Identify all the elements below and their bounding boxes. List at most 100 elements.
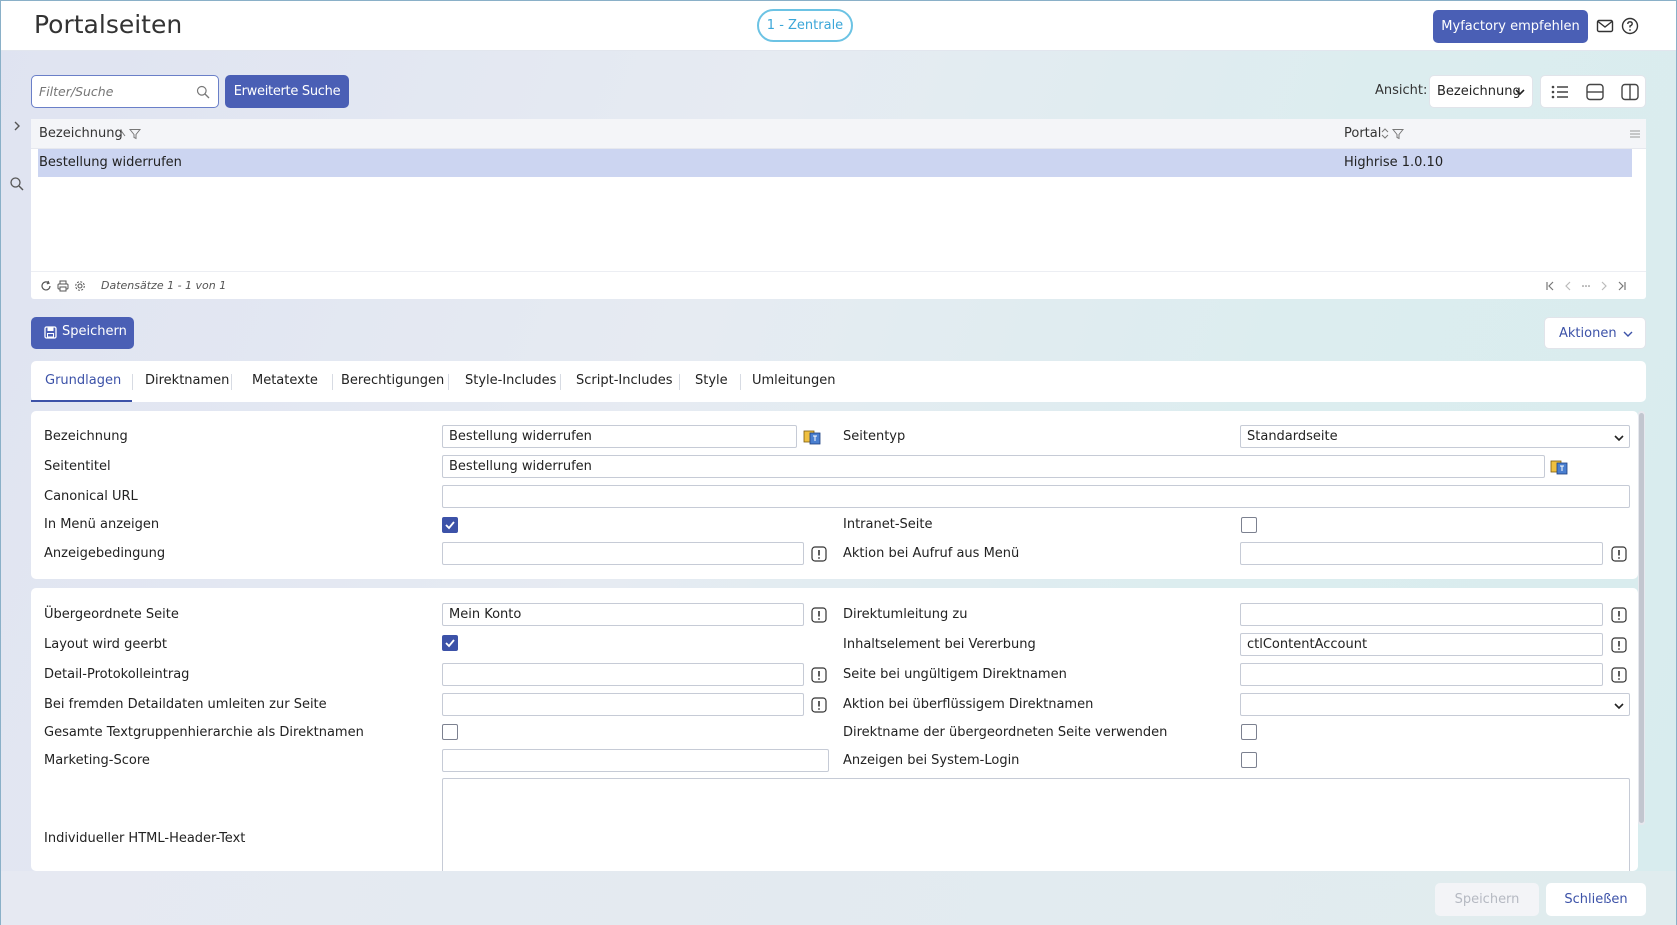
seitentyp-value: Standardseite bbox=[1247, 429, 1338, 444]
prev-page-icon[interactable] bbox=[1562, 280, 1574, 292]
tab-style-includes[interactable]: Style-Includes bbox=[465, 373, 556, 388]
label-bezeichnung: Bezeichnung bbox=[44, 429, 128, 444]
detail-log-field[interactable] bbox=[442, 663, 804, 686]
search-input[interactable] bbox=[39, 76, 189, 106]
invalid-direct-name-field[interactable] bbox=[1240, 663, 1603, 686]
redirect-field[interactable] bbox=[1240, 603, 1603, 626]
label-canonical-url: Canonical URL bbox=[44, 489, 138, 504]
seitentyp-select[interactable]: Standardseite bbox=[1240, 425, 1630, 448]
translation-icon[interactable] bbox=[1550, 459, 1568, 475]
exclamation-icon[interactable] bbox=[1611, 667, 1627, 683]
tab-metatexte[interactable]: Metatexte bbox=[252, 373, 318, 388]
settings-icon[interactable] bbox=[74, 280, 86, 292]
exclamation-icon[interactable] bbox=[811, 546, 827, 562]
foreign-detail-redirect-field[interactable] bbox=[442, 693, 804, 716]
close-button[interactable]: Schließen bbox=[1546, 883, 1646, 916]
anzeigebedingung-field[interactable] bbox=[442, 542, 804, 565]
page-title: Portalseiten bbox=[34, 10, 183, 39]
intranet-checkbox[interactable] bbox=[1241, 517, 1257, 533]
tab-separator bbox=[332, 374, 333, 390]
tab-grundlagen[interactable]: Grundlagen bbox=[45, 373, 121, 388]
marketing-score-field[interactable] bbox=[442, 749, 829, 772]
canonical-url-field[interactable] bbox=[442, 485, 1630, 508]
view-select[interactable]: Bezeichnung bbox=[1429, 75, 1533, 108]
check-icon bbox=[445, 521, 455, 530]
save-button[interactable]: Speichern bbox=[31, 317, 134, 349]
sort-asc-icon[interactable] bbox=[118, 130, 126, 138]
sidebar-expand-icon[interactable] bbox=[10, 119, 24, 133]
save-icon bbox=[44, 326, 57, 339]
side-search-icon[interactable] bbox=[9, 176, 25, 192]
more-pages-icon[interactable] bbox=[1580, 280, 1592, 292]
tab-separator bbox=[132, 374, 133, 390]
filter-icon[interactable] bbox=[129, 128, 141, 140]
label-text-group-hierarchy: Gesamte Textgruppenhierarchie als Direkt… bbox=[44, 725, 364, 740]
tab-berechtigungen[interactable]: Berechtigungen bbox=[341, 373, 444, 388]
exclamation-icon[interactable] bbox=[811, 667, 827, 683]
form-scrollbar[interactable] bbox=[1638, 411, 1645, 825]
bezeichnung-field[interactable]: Bestellung widerrufen bbox=[442, 425, 797, 448]
in-menu-checkbox[interactable] bbox=[442, 517, 458, 533]
actions-button[interactable]: Aktionen bbox=[1544, 317, 1646, 349]
exclamation-icon[interactable] bbox=[1611, 607, 1627, 623]
actions-button-label: Aktionen bbox=[1559, 326, 1617, 341]
column-header-bezeichnung[interactable]: Bezeichnung bbox=[39, 126, 123, 141]
tab-bar: Grundlagen Direktnamen Metatexte Berecht… bbox=[31, 361, 1646, 402]
aktion-menu-field[interactable] bbox=[1240, 542, 1603, 565]
scrollbar-thumb[interactable] bbox=[1639, 413, 1644, 823]
translation-icon[interactable] bbox=[803, 429, 821, 445]
help-icon[interactable] bbox=[1621, 17, 1639, 35]
list-view-icon[interactable] bbox=[1550, 83, 1570, 101]
label-in-menu: In Menü anzeigen bbox=[44, 517, 160, 532]
filter-icon[interactable] bbox=[1392, 128, 1404, 140]
print-icon[interactable] bbox=[57, 280, 69, 292]
sort-icon[interactable] bbox=[1381, 127, 1389, 140]
table-row[interactable]: Bestellung widerrufen Highrise 1.0.10 bbox=[38, 149, 1632, 177]
refresh-icon[interactable] bbox=[40, 280, 52, 292]
search-icon[interactable] bbox=[196, 85, 210, 99]
text-group-hierarchy-checkbox[interactable] bbox=[442, 724, 458, 740]
bottom-save-button[interactable]: Speichern bbox=[1435, 883, 1539, 916]
label-parent-page: Übergeordnete Seite bbox=[44, 607, 179, 622]
tab-style[interactable]: Style bbox=[695, 373, 728, 388]
chevron-down-icon bbox=[1614, 435, 1624, 442]
content-element-field[interactable]: ctlContentAccount bbox=[1240, 633, 1603, 656]
recommend-button[interactable]: Myfactory empfehlen bbox=[1433, 10, 1588, 43]
column-header-portal[interactable]: Portal bbox=[1344, 126, 1381, 141]
first-page-icon[interactable] bbox=[1544, 280, 1556, 292]
record-count: Datensätze 1 - 1 von 1 bbox=[101, 279, 227, 292]
column-menu-icon[interactable] bbox=[1629, 128, 1641, 140]
label-invalid-direct-name: Seite bei ungültigem Direktnamen bbox=[843, 667, 1067, 682]
tab-direktnamen[interactable]: Direktnamen bbox=[145, 373, 229, 388]
system-login-checkbox[interactable] bbox=[1241, 752, 1257, 768]
parent-page-field[interactable]: Mein Konto bbox=[442, 603, 804, 626]
view-select-value: Bezeichnung bbox=[1437, 84, 1521, 99]
exclamation-icon[interactable] bbox=[1611, 637, 1627, 653]
exclamation-icon[interactable] bbox=[811, 607, 827, 623]
label-aktion-menu: Aktion bei Aufruf aus Menü bbox=[843, 546, 1020, 561]
seitentitel-field[interactable]: Bestellung widerrufen bbox=[442, 455, 1545, 478]
client-selector[interactable]: 1 - Zentrale bbox=[757, 9, 853, 42]
label-seitentitel: Seitentitel bbox=[44, 459, 111, 474]
search-field[interactable] bbox=[31, 75, 219, 108]
next-page-icon[interactable] bbox=[1598, 280, 1610, 292]
mail-icon[interactable] bbox=[1596, 17, 1614, 35]
tab-umleitungen[interactable]: Umleitungen bbox=[752, 373, 835, 388]
vertical-split-icon[interactable] bbox=[1620, 83, 1640, 101]
exclamation-icon[interactable] bbox=[811, 697, 827, 713]
active-tab-indicator bbox=[31, 400, 132, 402]
tab-script-includes[interactable]: Script-Includes bbox=[576, 373, 673, 388]
html-header-textarea[interactable] bbox=[442, 778, 1630, 878]
label-content-element: Inhaltselement bei Vererbung bbox=[843, 637, 1036, 652]
last-page-icon[interactable] bbox=[1616, 280, 1628, 292]
label-html-header: Individueller HTML-Header-Text bbox=[44, 831, 246, 846]
layout-inherited-checkbox[interactable] bbox=[442, 635, 458, 651]
tab-separator bbox=[679, 374, 680, 390]
superfluous-direct-name-select[interactable] bbox=[1240, 693, 1630, 716]
exclamation-icon[interactable] bbox=[1611, 546, 1627, 562]
view-mode-group bbox=[1540, 75, 1646, 108]
cell-portal: Highrise 1.0.10 bbox=[1344, 155, 1444, 170]
horizontal-split-icon[interactable] bbox=[1585, 83, 1605, 101]
parent-direct-name-checkbox[interactable] bbox=[1241, 724, 1257, 740]
advanced-search-button[interactable]: Erweiterte Suche bbox=[225, 75, 349, 108]
